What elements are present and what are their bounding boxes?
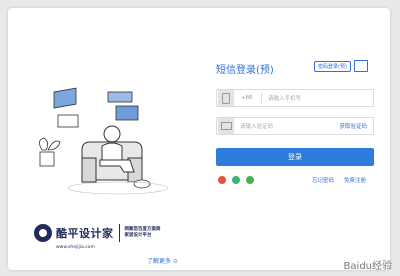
weibo-icon[interactable] [218,176,226,184]
login-button[interactable]: 登录 [216,148,374,166]
brand-url: www.shejijia.com [56,245,95,250]
divider [261,93,262,103]
baidu-icon[interactable] [232,176,240,184]
watermark: Baidu经验 [343,261,392,272]
get-code-link[interactable]: 获取验证码 [339,122,367,130]
form-title: 短信登录(预) [216,65,274,76]
brand-slogan-line1: 网聚您百度方案商 [124,227,161,233]
code-input[interactable]: 请输入验证码 [240,122,339,130]
switch-tag[interactable]: 密码登录(预) [314,60,351,72]
learn-more-link[interactable]: 了解更多 ⊙ [147,256,178,265]
code-field[interactable]: 请输入验证码 获取验证码 [216,117,374,135]
brand-slogan: 网聚您百度方案商 家居设计平台 [125,227,161,239]
phone-input[interactable]: 请输入手机号 [268,94,373,102]
illustration [39,87,169,195]
brand-slogan-line2: 家居设计平台 [124,233,152,238]
wechat-icon[interactable] [246,176,254,184]
register-link[interactable]: 免费注册 [344,176,366,184]
social-login [218,176,254,184]
message-icon [218,118,234,134]
switch-login-mode[interactable]: 密码登录(预) [314,60,368,72]
phone-field[interactable]: +86 请输入手机号 [216,89,374,107]
country-code-select[interactable]: +86 [241,95,261,101]
brand-logo-icon [34,224,52,242]
monitor-icon[interactable] [353,60,368,72]
auth-links: 忘记密码 免费注册 [312,176,366,184]
forgot-password-link[interactable]: 忘记密码 [312,176,334,184]
brand-name: 酷平设计家 [56,227,114,240]
phone-icon [218,90,234,106]
brand: 酷平设计家 网聚您百度方案商 家居设计平台 [34,224,161,242]
brand-divider [118,224,120,242]
